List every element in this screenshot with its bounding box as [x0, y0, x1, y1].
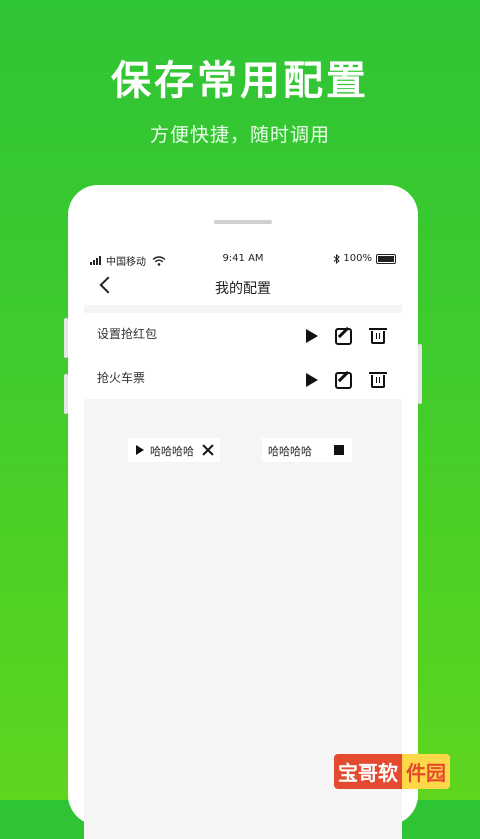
page-title: 我的配置	[215, 281, 271, 297]
app-screen: 中国移动 9:41 AM 100% 我的配置 设置抢红包 抢火车票 哈哈哈哈 哈…	[84, 249, 402, 839]
status-right: 100%	[333, 253, 396, 264]
nav-bar: 我的配置	[84, 269, 402, 305]
stop-icon[interactable]	[334, 445, 344, 455]
phone-power-button	[418, 344, 422, 404]
status-bar: 中国移动 9:41 AM 100%	[84, 249, 402, 269]
floating-chip-label: 哈哈哈哈	[268, 445, 312, 458]
floating-chip-label: 哈哈哈哈	[150, 445, 194, 458]
edit-icon[interactable]	[335, 372, 352, 389]
floating-stopped-chip[interactable]: 哈哈哈哈	[262, 438, 352, 462]
phone-speaker	[214, 220, 272, 224]
bluetooth-icon	[334, 253, 341, 264]
trash-icon[interactable]	[369, 372, 387, 388]
config-row[interactable]: 抢火车票	[84, 357, 402, 401]
battery-icon	[376, 253, 396, 264]
banner-subtitle: 方便快捷，随时调用	[149, 124, 330, 146]
watermark-text-1: 宝哥软	[334, 754, 402, 789]
floating-running-chip[interactable]: 哈哈哈哈	[128, 438, 220, 462]
watermark-text-2: 件园	[402, 754, 450, 789]
config-list: 设置抢红包 抢火车票	[84, 313, 402, 399]
trash-icon[interactable]	[369, 328, 387, 344]
play-icon[interactable]	[306, 373, 318, 387]
banner-title: 保存常用配置	[111, 58, 369, 104]
battery-percent: 100%	[343, 253, 372, 264]
config-label: 设置抢红包	[97, 327, 158, 341]
play-icon[interactable]	[306, 329, 318, 343]
edit-icon[interactable]	[335, 328, 352, 345]
watermark-logo: 宝哥软 件园	[334, 754, 450, 789]
config-row[interactable]: 设置抢红包	[84, 313, 402, 357]
close-icon[interactable]	[202, 444, 214, 456]
play-icon[interactable]	[136, 445, 144, 455]
phone-frame: 中国移动 9:41 AM 100% 我的配置 设置抢红包 抢火车票 哈哈哈哈 哈…	[68, 185, 418, 839]
config-label: 抢火车票	[97, 371, 146, 385]
